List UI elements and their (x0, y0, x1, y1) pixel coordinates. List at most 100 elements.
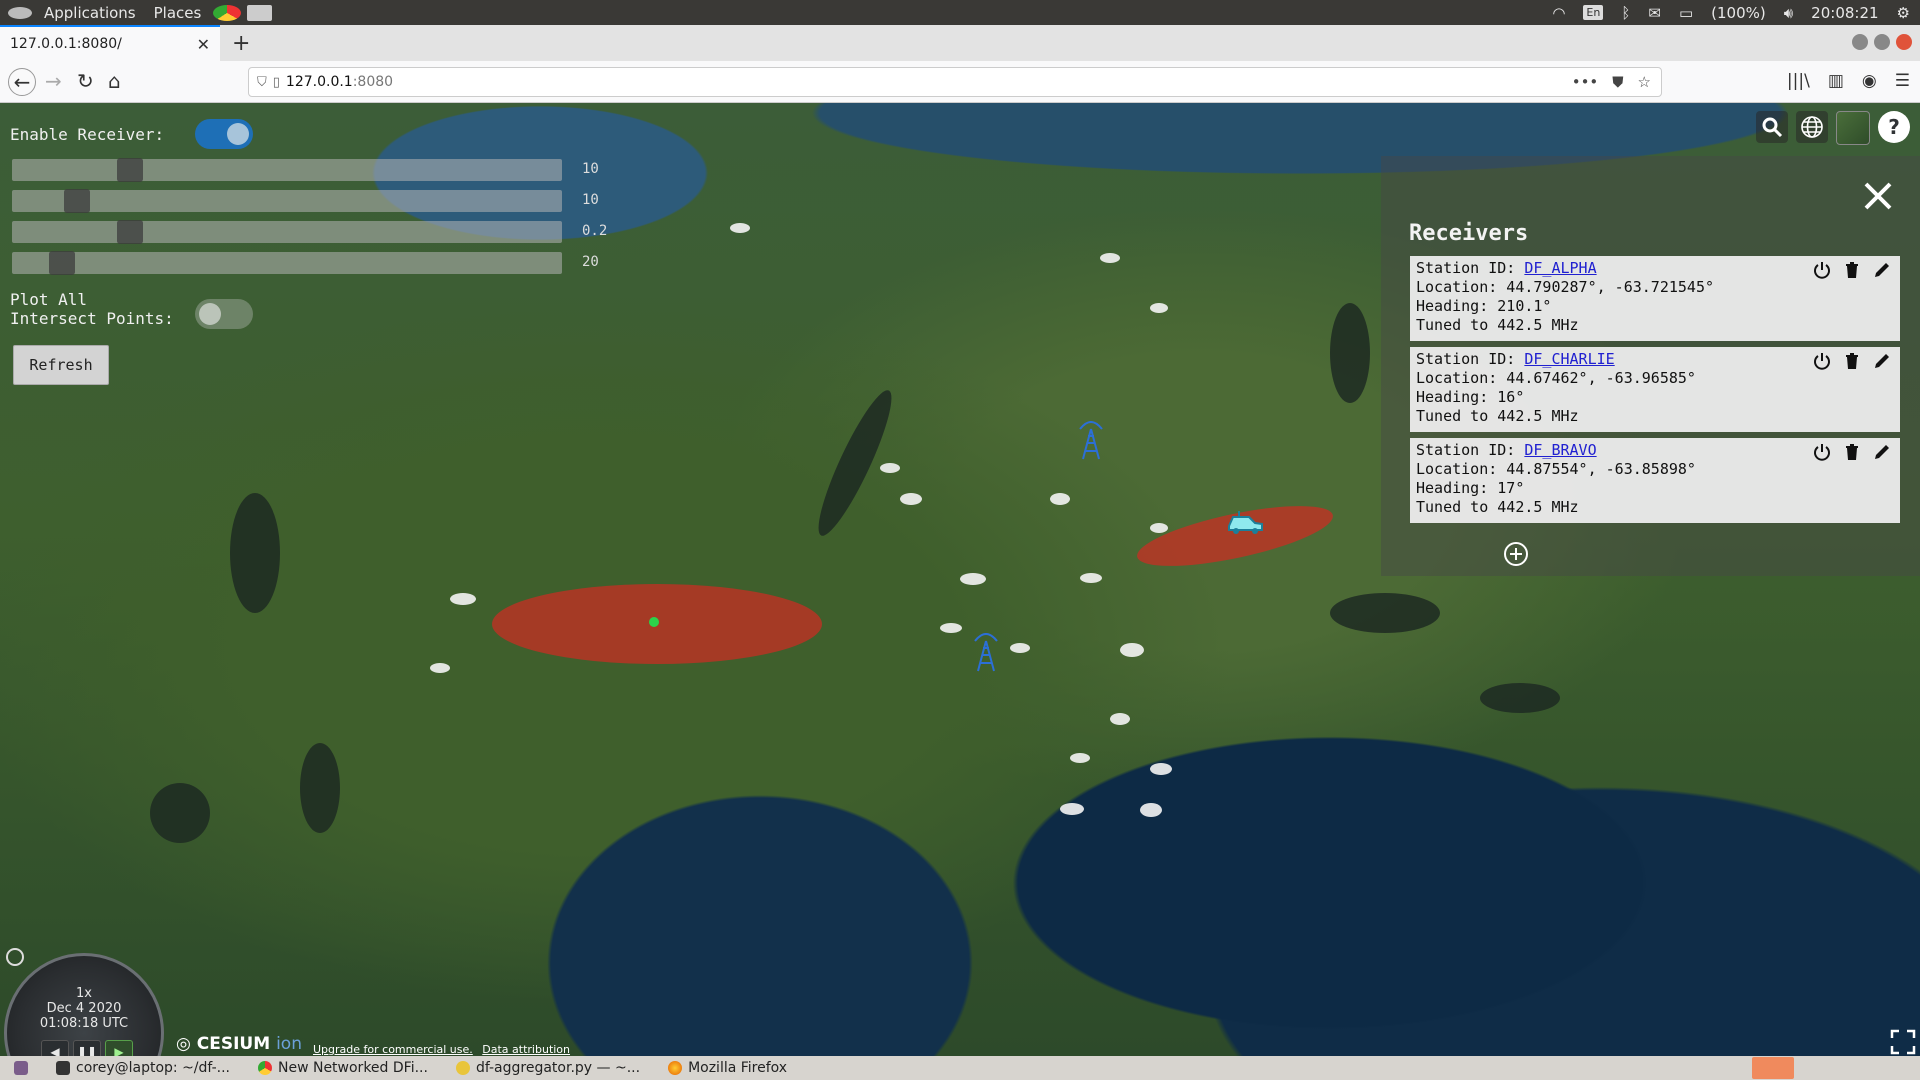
reload-button[interactable]: ↻ (77, 69, 94, 93)
sidebar-icon[interactable]: ▥ (1828, 71, 1844, 91)
plot-all-intersect-toggle[interactable] (195, 299, 253, 329)
station-id-link[interactable]: DF_ALPHA (1524, 259, 1596, 277)
intersect-ellipse-east[interactable] (1132, 493, 1338, 579)
delete-trash-icon[interactable] (1842, 442, 1862, 462)
slider-1[interactable]: 10 (12, 158, 599, 182)
power-icon[interactable] (1812, 351, 1832, 371)
pause-button[interactable]: ❚❚ (73, 1040, 101, 1056)
system-clock[interactable]: 20:08:21 (1811, 4, 1878, 22)
receiver-tower-icon[interactable] (969, 633, 1003, 673)
taskbar-item-firefox[interactable]: Mozilla Firefox (654, 1060, 801, 1076)
page-actions-icon[interactable]: ••• (1572, 73, 1599, 91)
calculator-launcher-icon[interactable] (247, 4, 273, 21)
power-icon[interactable] (1812, 260, 1832, 280)
slider-4[interactable]: 20 (12, 251, 599, 275)
receiver-card: Station ID: DF_CHARLIE Location: 44.6746… (1410, 347, 1900, 432)
settings-gear-icon[interactable]: ⚙ (1897, 4, 1910, 22)
browser-tab[interactable]: 127.0.0.1:8080/ ✕ (0, 25, 220, 61)
play-reverse-button[interactable]: ◀ (41, 1040, 69, 1056)
playback-speed: 1x (76, 986, 92, 1001)
volume-icon[interactable]: 🔊︎ (1784, 4, 1793, 22)
pocket-icon[interactable]: ⛊ (1612, 73, 1623, 91)
slider-thumb[interactable] (117, 158, 143, 182)
mail-icon[interactable]: ✉ (1648, 4, 1661, 22)
station-tuned-frequency: Tuned to 442.5 MHz (1416, 407, 1579, 425)
chrome-launcher-icon[interactable] (213, 4, 242, 21)
chrome-icon (257, 1061, 272, 1075)
places-menu[interactable]: Places (148, 4, 208, 22)
applications-menu[interactable]: Applications (38, 4, 142, 22)
close-icon[interactable] (1860, 178, 1896, 214)
upgrade-link[interactable]: Upgrade for commercial use. (313, 1043, 473, 1056)
receivers-title: Receivers (1409, 221, 1529, 246)
edit-pencil-icon[interactable] (1872, 442, 1892, 462)
fullscreen-icon[interactable] (1890, 1029, 1916, 1055)
power-icon[interactable] (1812, 442, 1832, 462)
slider-thumb[interactable] (64, 189, 90, 213)
slider-3[interactable]: 0.2 (12, 220, 607, 244)
wifi-icon[interactable]: ◠ (1552, 4, 1565, 22)
station-location: Location: 44.87554°, -63.85898° (1416, 460, 1696, 478)
edit-pencil-icon[interactable] (1872, 260, 1892, 280)
cesium-map-viewer[interactable]: Enable Receiver: 10 10 0.2 20 Plot All I… (0, 103, 1920, 1056)
receiver-tower-icon[interactable] (1074, 421, 1108, 461)
delete-trash-icon[interactable] (1842, 351, 1862, 371)
plot-all-label-line2: Intersect Points: (10, 309, 174, 328)
station-id-link[interactable]: DF_CHARLIE (1524, 350, 1614, 368)
close-tab-icon[interactable]: ✕ (197, 35, 210, 54)
cesium-ion-logo[interactable]: ◎ CESIUM ion (176, 1034, 302, 1054)
url-bar[interactable]: ⛉ ▯ 127.0.0.1:8080 ••• ⛊ ☆ (248, 67, 1662, 97)
add-receiver-plus-icon[interactable] (1503, 541, 1529, 567)
intersect-point-marker[interactable] (649, 617, 659, 627)
battery-icon[interactable]: ▭ (1679, 4, 1693, 22)
mobile-receiver-vehicle-icon[interactable] (1225, 508, 1265, 536)
delete-trash-icon[interactable] (1842, 260, 1862, 280)
help-icon[interactable]: ? (1878, 111, 1910, 143)
slider-thumb[interactable] (117, 220, 143, 244)
workspace-switcher[interactable] (1752, 1057, 1794, 1079)
forward-button[interactable]: → (45, 69, 62, 93)
close-window-button[interactable] (1896, 34, 1912, 50)
home-icon[interactable]: ⌂ (108, 69, 121, 93)
slider-2-value: 10 (582, 192, 599, 208)
taskbar-item-label: New Networked DFi... (277, 1060, 428, 1076)
scene-mode-globe-icon[interactable] (1796, 111, 1828, 143)
play-forward-button[interactable]: ▶ (105, 1040, 133, 1056)
tab-title: 127.0.0.1:8080/ (10, 36, 122, 52)
edit-pencil-icon[interactable] (1872, 351, 1892, 371)
cesium-logo-text: CESIUM (196, 1034, 271, 1054)
taskbar-item-chrome[interactable]: New Networked DFi... (244, 1060, 442, 1076)
shield-icon[interactable]: ⛉ (257, 75, 267, 90)
show-desktop-button[interactable] (0, 1061, 42, 1075)
bookmark-star-icon[interactable]: ☆ (1638, 73, 1651, 91)
back-button[interactable]: ← (8, 68, 36, 96)
keyboard-layout-indicator[interactable]: En (1583, 5, 1604, 20)
slider-thumb[interactable] (49, 251, 75, 275)
station-location: Location: 44.67462°, -63.96585° (1416, 369, 1696, 387)
station-id-link[interactable]: DF_BRAVO (1524, 441, 1596, 459)
station-id-label: Station ID: (1416, 259, 1516, 277)
library-icon[interactable]: |||\ (1787, 71, 1810, 91)
cesium-toolbar: ? (1756, 111, 1910, 145)
taskbar-item-editor[interactable]: df-aggregator.py — ~... (442, 1060, 654, 1076)
refresh-button[interactable]: Refresh (13, 345, 109, 385)
enable-receiver-toggle[interactable] (195, 119, 253, 149)
taskbar-item-terminal[interactable]: corey@laptop: ~/df-... (42, 1060, 244, 1076)
clock-time: 01:08:18 UTC (39, 1016, 129, 1031)
new-tab-button[interactable]: + (232, 31, 250, 56)
maximize-window-button[interactable] (1874, 34, 1890, 50)
clock-reset-icon[interactable] (6, 948, 24, 966)
window-controls (1852, 34, 1912, 50)
geocoder-search-icon[interactable] (1756, 111, 1788, 143)
browser-navbar: ← → ↻ ⌂ ⛉ ▯ 127.0.0.1:8080 ••• ⛊ ☆ |||\ … (0, 61, 1920, 103)
url-host: 127.0.0.1 (285, 74, 353, 90)
page-info-icon[interactable]: ▯ (273, 75, 280, 90)
slider-2[interactable]: 10 (12, 189, 599, 213)
bluetooth-icon[interactable]: ᛒ (1621, 4, 1630, 22)
base-layer-picker-icon[interactable] (1836, 111, 1870, 145)
data-attribution-link[interactable]: Data attribution (482, 1043, 570, 1056)
hamburger-menu-icon[interactable]: ☰ (1895, 71, 1910, 91)
taskbar-item-label: Mozilla Firefox (688, 1060, 788, 1076)
minimize-window-button[interactable] (1852, 34, 1868, 50)
account-icon[interactable]: ◉ (1862, 71, 1877, 91)
